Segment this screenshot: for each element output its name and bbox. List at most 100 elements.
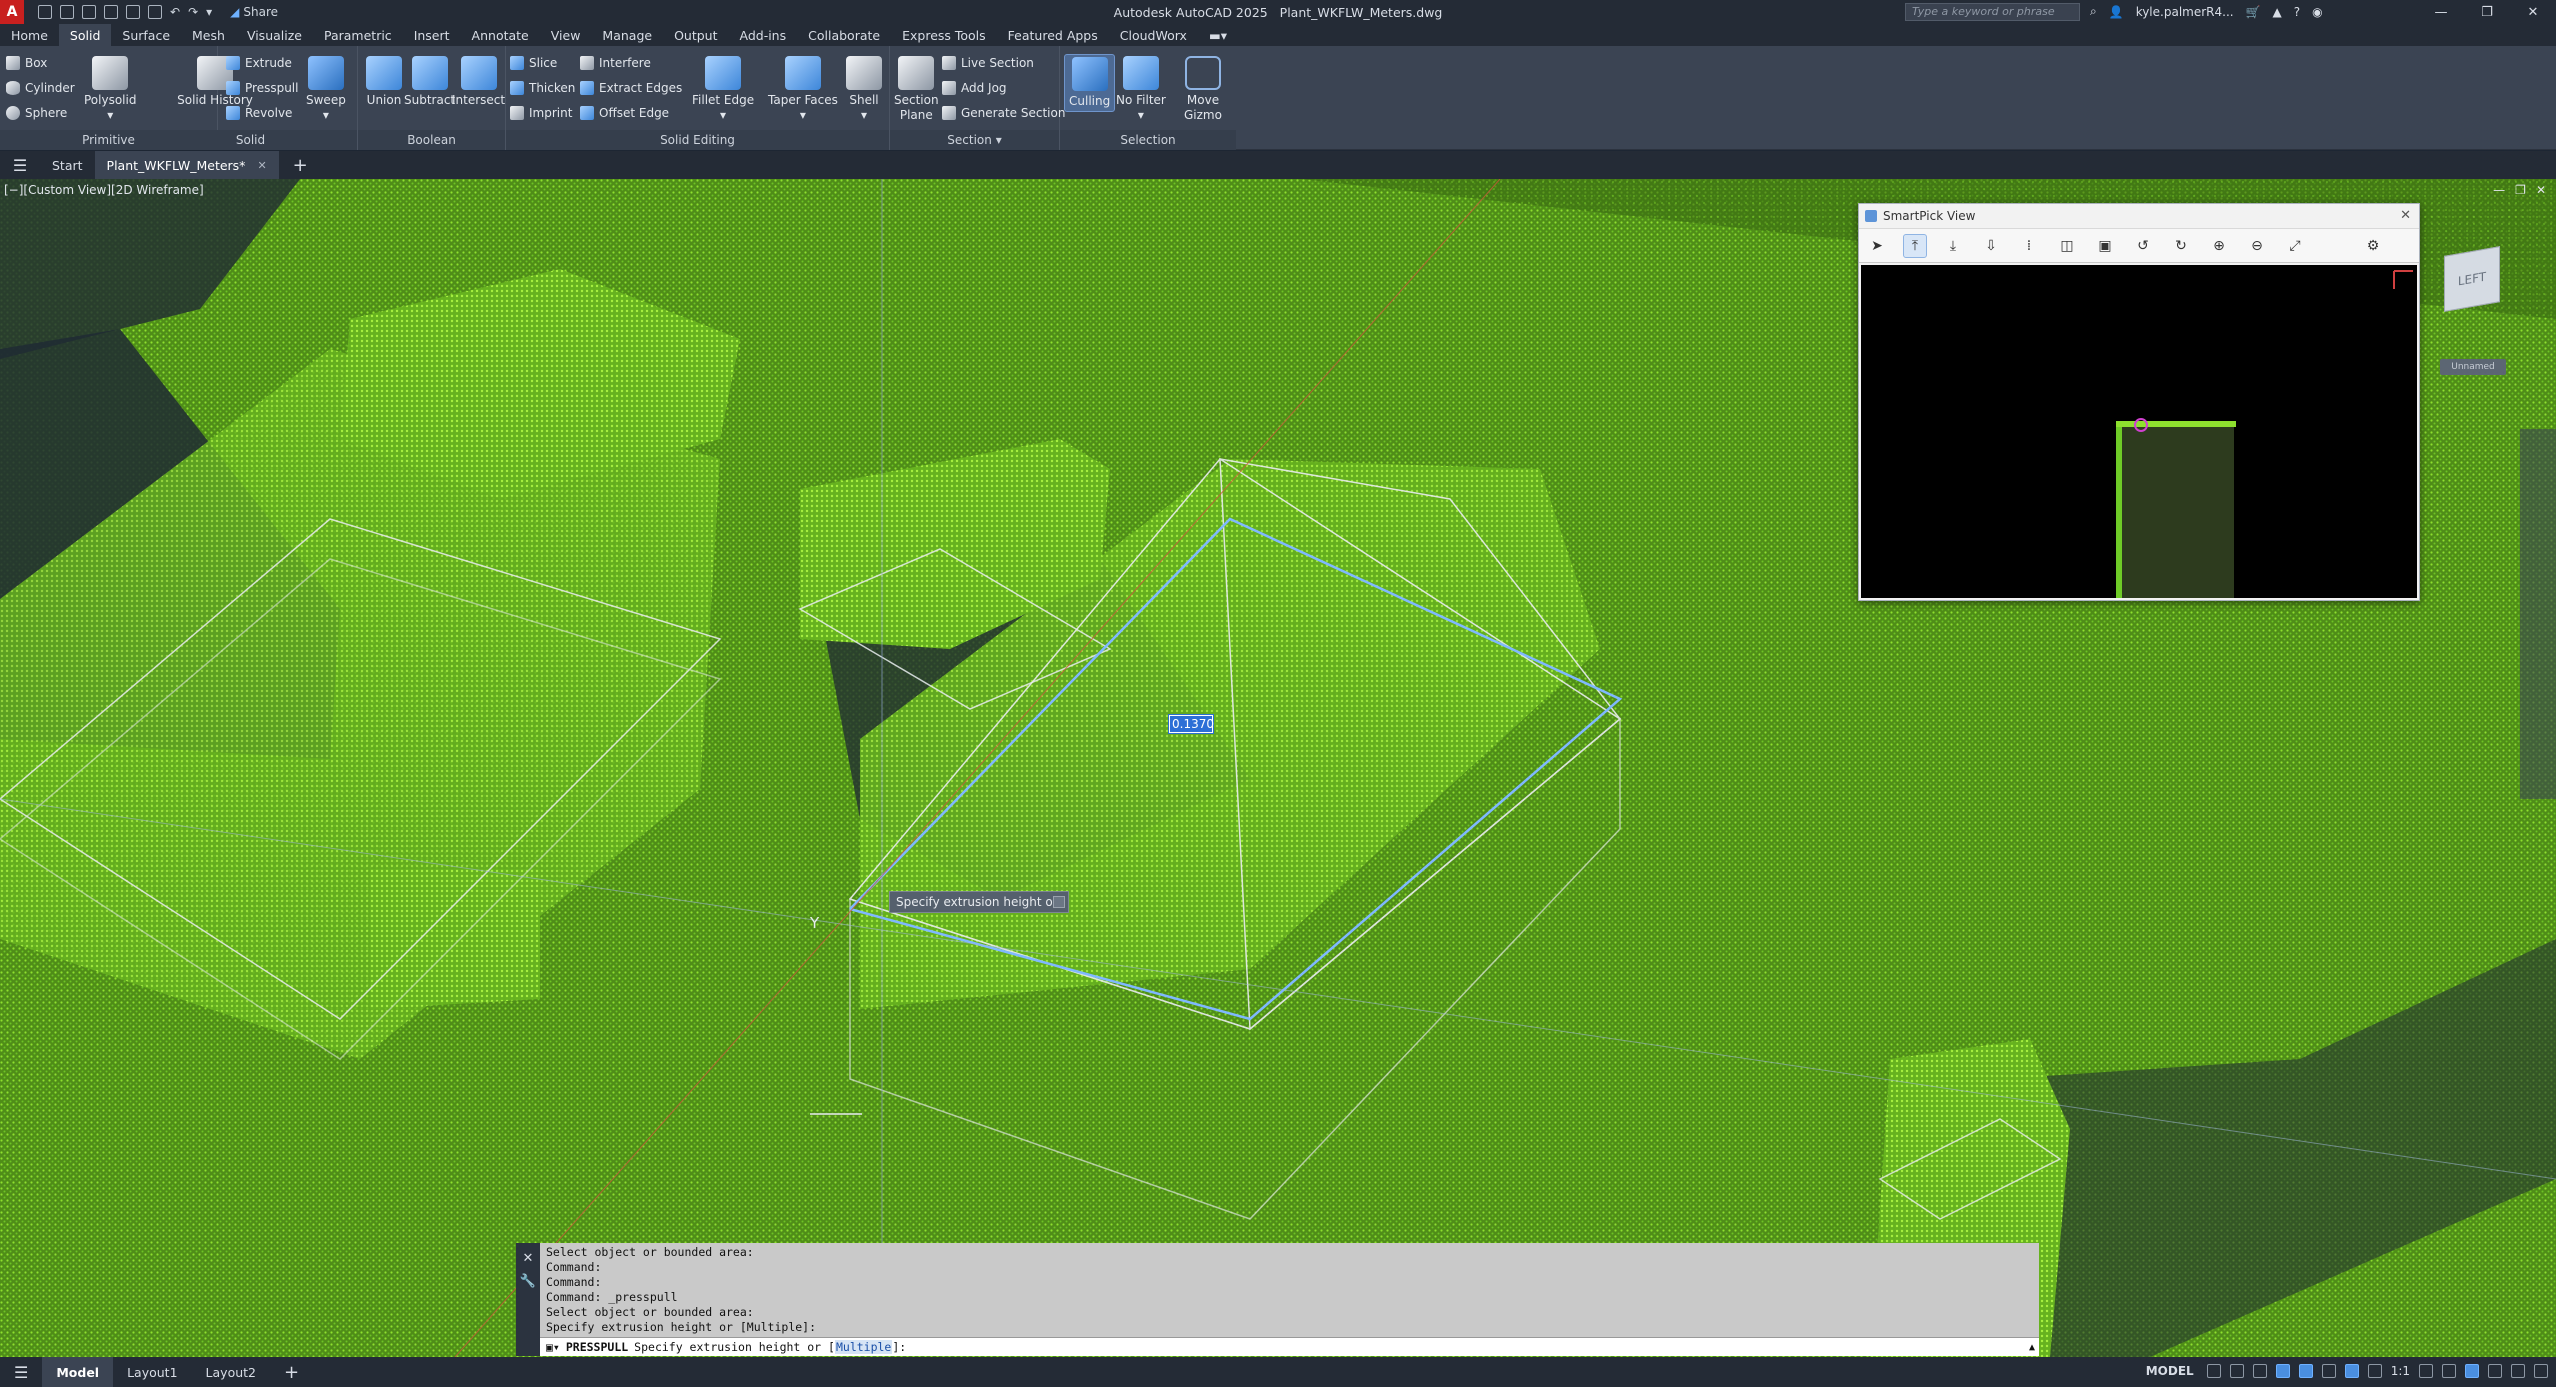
rotate-right-icon[interactable]: ↻ bbox=[2169, 234, 2193, 258]
menu-tab-manage[interactable]: Manage bbox=[591, 24, 663, 46]
menu-tab-express-tools[interactable]: Express Tools bbox=[891, 24, 997, 46]
customize-icon[interactable] bbox=[2534, 1364, 2548, 1378]
otrack-icon[interactable] bbox=[2321, 1364, 2336, 1378]
presspull-button[interactable]: Presspull bbox=[226, 81, 298, 95]
smartpick-canvas[interactable] bbox=[1861, 265, 2417, 598]
tab-drawing[interactable]: Plant_WKFLW_Meters* ✕ bbox=[94, 151, 279, 179]
menu-tab-cloudworx[interactable]: CloudWorx bbox=[1109, 24, 1198, 46]
tab-start[interactable]: Start bbox=[40, 151, 95, 179]
redo-icon[interactable]: ↷ bbox=[188, 5, 198, 19]
layout-tab-model[interactable]: Model bbox=[42, 1357, 114, 1387]
grid-icon[interactable] bbox=[2206, 1364, 2221, 1378]
sphere-button[interactable]: Sphere bbox=[6, 106, 67, 120]
select-arrow-icon[interactable]: ➤ bbox=[1865, 234, 1889, 258]
subtract-button[interactable]: Subtract bbox=[404, 56, 455, 108]
culling-button[interactable]: Culling bbox=[1064, 54, 1116, 112]
imprint-button[interactable]: Imprint bbox=[510, 106, 572, 120]
menu-tab-parametric[interactable]: Parametric bbox=[313, 24, 403, 46]
no-filter-button[interactable]: No Filter ▾ bbox=[1116, 56, 1166, 123]
ucs-dropdown[interactable]: Unnamed bbox=[2440, 359, 2506, 375]
keyboard-icon[interactable] bbox=[1053, 896, 1065, 908]
settings-gear-icon[interactable]: ⚙ bbox=[2361, 234, 2385, 258]
dynamic-input-field[interactable]: 0.1370 bbox=[1168, 714, 1214, 734]
new-tab-icon[interactable]: + bbox=[279, 155, 322, 176]
layout-tab-layout1[interactable]: Layout1 bbox=[113, 1357, 191, 1387]
view-top-icon[interactable]: ⤒ bbox=[1903, 233, 1927, 258]
viewcube[interactable]: LEFT Unnamed bbox=[2420, 209, 2550, 375]
menu-tab-add-ins[interactable]: Add-ins bbox=[729, 24, 798, 46]
viewport-restore-icon[interactable]: ❐ bbox=[2515, 183, 2526, 197]
add-layout-icon[interactable]: + bbox=[270, 1357, 313, 1387]
viewport-close-icon[interactable]: ✕ bbox=[2536, 183, 2546, 197]
smartpick-close-icon[interactable]: ✕ bbox=[2400, 208, 2411, 223]
autodesk-icon[interactable]: ▲ bbox=[2273, 5, 2282, 19]
slice-button[interactable]: Slice bbox=[510, 56, 557, 70]
zoom-in-icon[interactable]: ⊕ bbox=[2207, 234, 2231, 258]
menu-tab-insert[interactable]: Insert bbox=[403, 24, 461, 46]
command-close-icon[interactable]: ✕ bbox=[523, 1251, 534, 1266]
viewcube-face[interactable]: LEFT bbox=[2444, 246, 2500, 312]
annotation-scale[interactable]: 1:1 bbox=[2391, 1364, 2410, 1378]
move-gizmo-button[interactable]: Move Gizmo bbox=[1184, 56, 1222, 123]
save-as-icon[interactable] bbox=[104, 5, 118, 19]
minimize-icon[interactable]: — bbox=[2418, 0, 2464, 24]
polysolid-button[interactable]: Polysolid ▾ bbox=[84, 56, 136, 123]
command-history-arrow-icon[interactable]: ▲ bbox=[2029, 1339, 2035, 1356]
revolve-button[interactable]: Revolve bbox=[226, 106, 292, 120]
lineweight-icon[interactable] bbox=[2367, 1364, 2382, 1378]
layout-tab-layout2[interactable]: Layout2 bbox=[192, 1357, 270, 1387]
autocad-logo-icon[interactable]: A bbox=[0, 0, 24, 24]
hardware-icon[interactable] bbox=[2488, 1364, 2502, 1378]
sweep-button[interactable]: Sweep ▾ bbox=[306, 56, 346, 123]
user-icon[interactable]: 👤 bbox=[2109, 5, 2124, 19]
add-icon[interactable] bbox=[2442, 1364, 2456, 1378]
interfere-button[interactable]: Interfere bbox=[580, 56, 651, 70]
fullscreen-icon[interactable] bbox=[2511, 1364, 2525, 1378]
cylinder-view-icon[interactable]: ▣ bbox=[2093, 234, 2117, 258]
live-section-button[interactable]: Live Section bbox=[942, 56, 1034, 70]
columns-icon[interactable]: ⁞ bbox=[2017, 234, 2041, 258]
menu-tab-featured-apps[interactable]: Featured Apps bbox=[997, 24, 1109, 46]
search-icon[interactable]: ⌕ bbox=[2090, 4, 2097, 19]
command-input[interactable]: ▣▾ PRESSPULL Specify extrusion height or… bbox=[540, 1337, 2039, 1356]
polar-icon[interactable] bbox=[2275, 1364, 2290, 1378]
user-name[interactable]: kyle.palmerR4... bbox=[2136, 5, 2234, 19]
command-settings-icon[interactable]: 🔧 bbox=[520, 1274, 536, 1289]
viewport-controls-label[interactable]: [−][Custom View][2D Wireframe] bbox=[4, 183, 204, 197]
undo-icon[interactable]: ↶ bbox=[170, 5, 180, 19]
save-icon[interactable] bbox=[82, 5, 96, 19]
command-prompt-icon[interactable]: ▣▾ bbox=[546, 1339, 560, 1356]
cylinder-button[interactable]: Cylinder bbox=[6, 81, 75, 95]
zoom-out-icon[interactable]: ⊖ bbox=[2245, 234, 2269, 258]
menu-icon[interactable]: ☰ bbox=[0, 156, 40, 175]
restore-icon[interactable]: ❐ bbox=[2464, 0, 2510, 24]
thicken-button[interactable]: Thicken bbox=[510, 81, 575, 95]
generate-section-button[interactable]: Generate Section bbox=[942, 106, 1065, 120]
fillet-edge-button[interactable]: Fillet Edge ▾ bbox=[692, 56, 754, 123]
command-option-multiple[interactable]: Multiple bbox=[834, 1339, 893, 1354]
zoom-extents-icon[interactable]: ⤢ bbox=[2283, 234, 2307, 258]
taper-faces-button[interactable]: Taper Faces ▾ bbox=[768, 56, 838, 123]
extrude-button[interactable]: Extrude bbox=[226, 56, 292, 70]
navigation-bar[interactable] bbox=[2520, 429, 2556, 799]
workspace-gear-icon[interactable] bbox=[2419, 1364, 2433, 1378]
menu-tab-collaborate[interactable]: Collaborate bbox=[797, 24, 891, 46]
print-icon[interactable] bbox=[148, 5, 162, 19]
ribbon-options-icon[interactable]: ▬▾ bbox=[1198, 24, 1238, 46]
add-jog-button[interactable]: Add Jog bbox=[942, 81, 1007, 95]
qat-dropdown-icon[interactable]: ▾ bbox=[206, 5, 212, 19]
layout-menu-icon[interactable]: ☰ bbox=[0, 1357, 42, 1387]
rotate-left-icon[interactable]: ↺ bbox=[2131, 234, 2155, 258]
view-bottom-icon[interactable]: ⤓ bbox=[1941, 234, 1965, 258]
intersect-button[interactable]: Intersect bbox=[452, 56, 505, 108]
extract-edges-button[interactable]: Extract Edges bbox=[580, 81, 682, 95]
menu-tab-annotate[interactable]: Annotate bbox=[461, 24, 540, 46]
info-icon[interactable]: ◉ bbox=[2312, 5, 2322, 19]
annotation-icon[interactable] bbox=[2344, 1364, 2359, 1378]
isolate-icon[interactable] bbox=[2465, 1364, 2479, 1378]
menu-tab-surface[interactable]: Surface bbox=[111, 24, 181, 46]
new-icon[interactable] bbox=[38, 5, 52, 19]
plot-icon[interactable] bbox=[126, 5, 140, 19]
search-input[interactable]: Type a keyword or phrase bbox=[1905, 3, 2080, 21]
menu-tab-solid[interactable]: Solid bbox=[58, 24, 112, 46]
